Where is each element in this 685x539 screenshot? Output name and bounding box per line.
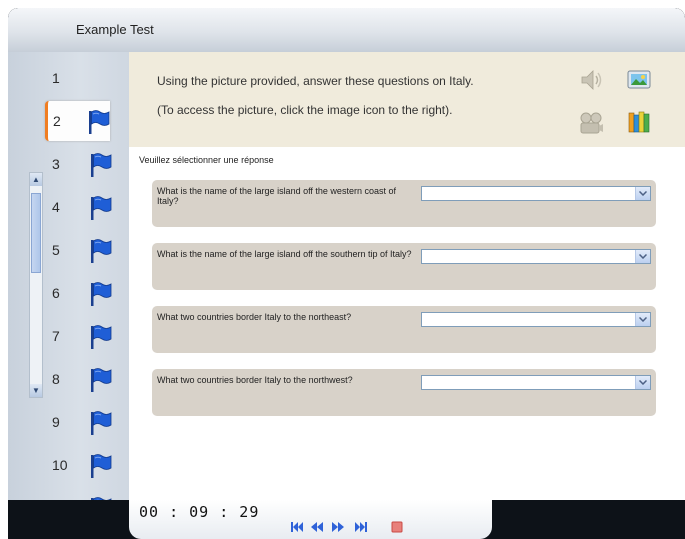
timer-panel: 00 : 09 : 29 <box>129 500 492 539</box>
question-number: 10 <box>52 457 68 473</box>
question-box: What two countries border Italy to the n… <box>152 369 656 416</box>
question-box: What is the name of the large island off… <box>152 243 656 290</box>
prompt-line-2: (To access the picture, click the image … <box>157 103 453 117</box>
answer-dropdown[interactable] <box>421 375 651 390</box>
question-number: 3 <box>52 156 60 172</box>
question-prompt: Using the picture provided, answer these… <box>129 52 685 147</box>
flag-icon <box>89 410 113 436</box>
question-text: What two countries border Italy to the n… <box>157 375 353 385</box>
question-number: 8 <box>52 371 60 387</box>
sidebar-item-question-2[interactable]: 2 <box>45 101 110 141</box>
sidebar-item-question-8[interactable]: 8 <box>8 359 129 399</box>
sidebar-item-question-6[interactable]: 6 <box>8 273 129 313</box>
question-number: 4 <box>52 199 60 215</box>
title-bar: Example Test <box>8 8 685 52</box>
question-number: 9 <box>52 414 60 430</box>
video-icon[interactable] <box>578 110 604 136</box>
answer-dropdown[interactable] <box>421 312 651 327</box>
question-number: 2 <box>53 113 61 129</box>
question-number: 1 <box>52 70 60 86</box>
sidebar-item-question-7[interactable]: 7 <box>8 316 129 356</box>
flag-icon <box>89 324 113 350</box>
chevron-down-icon[interactable] <box>635 376 650 389</box>
instruction-text: Veuillez sélectionner une réponse <box>139 155 274 165</box>
prompt-line-1: Using the picture provided, answer these… <box>157 74 474 88</box>
scroll-thumb[interactable] <box>31 193 41 273</box>
sidebar-item-question-5[interactable]: 5 <box>8 230 129 270</box>
app-window: Example Test 1234567891011 ▲ ▼ Using the… <box>8 8 685 539</box>
answer-dropdown[interactable] <box>421 249 651 264</box>
flag-icon <box>89 281 113 307</box>
question-text: What is the name of the large island off… <box>157 186 396 206</box>
sidebar-item-question-9[interactable]: 9 <box>8 402 129 442</box>
chevron-down-icon[interactable] <box>635 250 650 263</box>
chevron-down-icon[interactable] <box>635 187 650 200</box>
books-icon[interactable] <box>626 109 652 135</box>
flag-icon <box>89 195 113 221</box>
sidebar-item-question-3[interactable]: 3 <box>8 144 129 184</box>
scroll-down-button[interactable]: ▼ <box>30 384 42 397</box>
last-icon[interactable] <box>354 520 368 532</box>
image-icon[interactable] <box>626 66 652 92</box>
flag-icon <box>89 367 113 393</box>
previous-icon[interactable] <box>310 520 324 532</box>
sidebar-item-question-1[interactable]: 1 <box>8 58 129 98</box>
scroll-up-button[interactable]: ▲ <box>30 173 42 186</box>
question-text: What two countries border Italy to the n… <box>157 312 352 322</box>
sidebar-scrollbar[interactable]: ▲ ▼ <box>29 172 43 398</box>
question-number: 7 <box>52 328 60 344</box>
question-box: What is the name of the large island off… <box>152 180 656 227</box>
flag-icon <box>87 109 111 135</box>
question-sidebar: 1234567891011 ▲ ▼ <box>8 52 129 514</box>
question-text: What is the name of the large island off… <box>157 249 412 259</box>
stop-icon[interactable] <box>391 520 405 533</box>
audio-icon[interactable] <box>578 67 604 93</box>
next-icon[interactable] <box>331 520 345 532</box>
first-icon[interactable] <box>290 520 304 532</box>
timer-display: 00 : 09 : 29 <box>139 503 260 521</box>
flag-icon <box>89 453 113 479</box>
flag-icon <box>89 152 113 178</box>
question-number: 5 <box>52 242 60 258</box>
answer-dropdown[interactable] <box>421 186 651 201</box>
flag-icon <box>89 238 113 264</box>
sidebar-item-question-10[interactable]: 10 <box>8 445 129 485</box>
chevron-down-icon[interactable] <box>635 313 650 326</box>
question-number: 6 <box>52 285 60 301</box>
window-title: Example Test <box>76 22 154 37</box>
answer-area: Veuillez sélectionner une réponse What i… <box>129 147 685 500</box>
question-box: What two countries border Italy to the n… <box>152 306 656 353</box>
sidebar-item-question-4[interactable]: 4 <box>8 187 129 227</box>
